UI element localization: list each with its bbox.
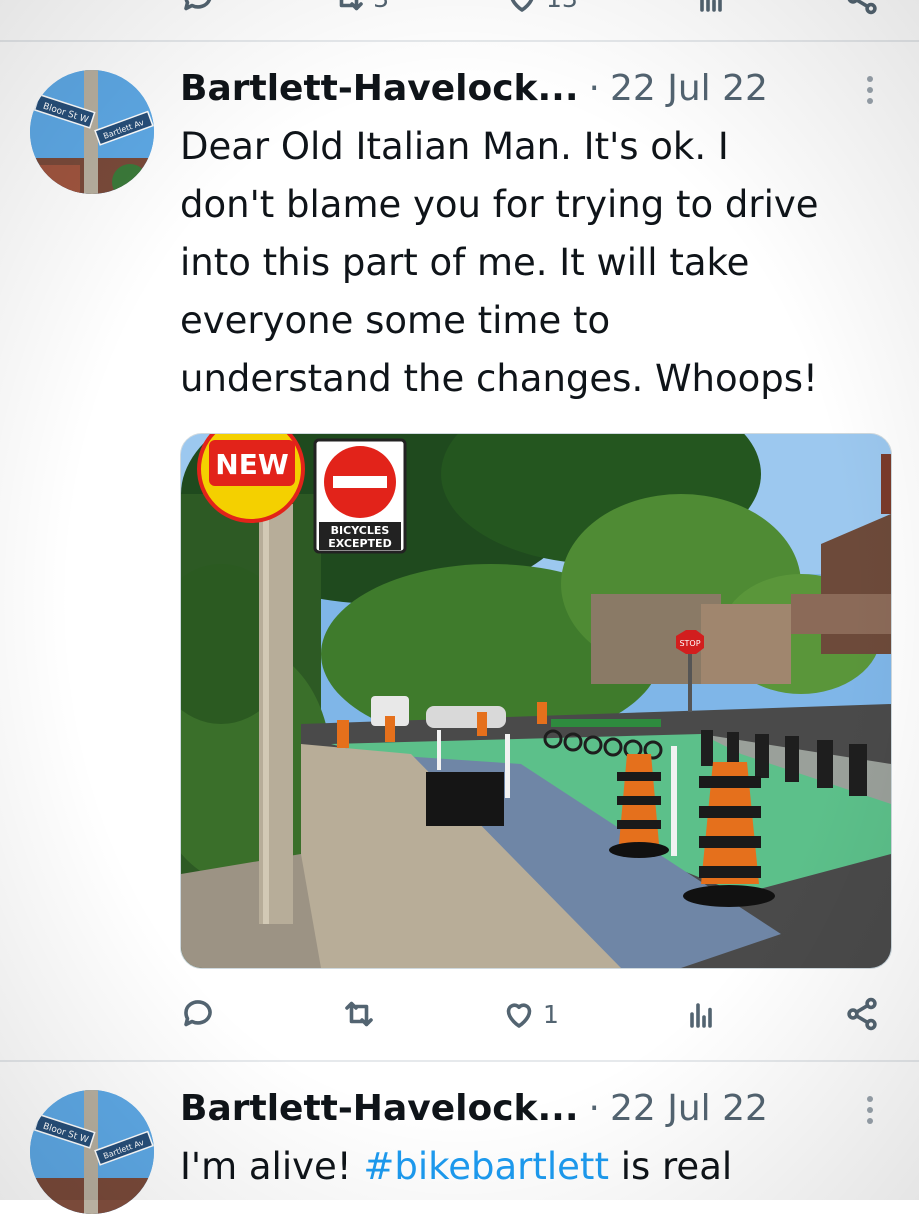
heart-icon [506, 1003, 532, 1028]
tweet-text-after: is real [608, 1145, 733, 1188]
previous-like-button[interactable]: 13 [504, 0, 578, 16]
avatar[interactable]: Bloor St W Bartlett Av [30, 70, 154, 194]
retweet-icon [344, 1001, 373, 1027]
previous-reply-button[interactable] [180, 0, 216, 16]
share-button[interactable] [844, 996, 880, 1032]
retweet-icon [339, 0, 363, 11]
previous-tweet-actions: 3 13 [180, 0, 880, 18]
tweet-date[interactable]: 22 Jul 22 [610, 1088, 768, 1129]
tweet-text-line: Dear Old Italian Man. It's ok. I [180, 125, 729, 168]
sign-bicycles-line2: EXCEPTED [328, 537, 391, 550]
like-button[interactable]: 1 [501, 996, 559, 1032]
heart-icon [510, 0, 534, 12]
sign-stop-text: STOP [679, 639, 700, 648]
like-count: 1 [543, 999, 559, 1029]
tweet-text-line: understand the changes. Whoops! [180, 357, 818, 400]
previous-retweet-count: 3 [373, 0, 389, 13]
share-icon [847, 997, 877, 1031]
separator: · [588, 68, 600, 109]
divider [0, 1060, 919, 1062]
tweet-photo[interactable]: NEW BICYCLES EXCEPTED STOP [180, 433, 892, 969]
previous-views-button[interactable] [693, 0, 729, 16]
tweet-header: Bartlett-Havelock... · 22 Jul 22 [180, 68, 879, 114]
hashtag-link[interactable]: #bikebartlett [363, 1145, 609, 1188]
sign-new-text: NEW [215, 448, 289, 481]
author-name[interactable]: Bartlett-Havelock... [180, 68, 579, 109]
retweet-button[interactable] [341, 996, 377, 1032]
sign-bicycles-line1: BICYCLES [331, 524, 390, 537]
views-button[interactable] [683, 996, 719, 1032]
previous-retweet-button[interactable]: 3 [331, 0, 389, 16]
tweet-date[interactable]: 22 Jul 22 [610, 68, 768, 109]
tweet-text: Dear Old Italian Man. It's ok. I don't b… [180, 118, 889, 408]
views-icon [690, 1003, 713, 1028]
more-options-icon[interactable] [867, 1096, 877, 1124]
reply-button[interactable] [180, 996, 216, 1032]
separator: · [588, 1088, 600, 1129]
more-options-icon[interactable] [867, 76, 877, 104]
divider [0, 40, 919, 42]
tweet[interactable]: Bloor St W Bartlett Av Bartlett-Havelock… [0, 1088, 919, 1214]
author-name[interactable]: Bartlett-Havelock... [180, 1088, 579, 1129]
previous-share-button[interactable] [844, 0, 880, 16]
tweet-text-line: into this part of me. It will take [180, 241, 750, 284]
views-icon [700, 0, 722, 12]
avatar[interactable]: Bloor St W Bartlett Av [30, 1090, 154, 1214]
previous-like-count: 13 [546, 0, 578, 13]
tweet-text-before: I'm alive! [180, 1145, 364, 1188]
tweet-text-line: I'm alive! #bikebartlett is real [180, 1138, 889, 1196]
tweet-text: I'm alive! #bikebartlett is real [180, 1138, 889, 1196]
tweet-actions: 1 [180, 994, 880, 1034]
tweet-header: Bartlett-Havelock... · 22 Jul 22 [180, 1088, 879, 1134]
share-icon [847, 0, 877, 15]
tweet-text-line: everyone some time to [180, 299, 611, 342]
comment-icon [184, 1000, 212, 1027]
tweet-text-line: don't blame you for trying to drive [180, 183, 819, 226]
comment-icon [184, 0, 212, 11]
